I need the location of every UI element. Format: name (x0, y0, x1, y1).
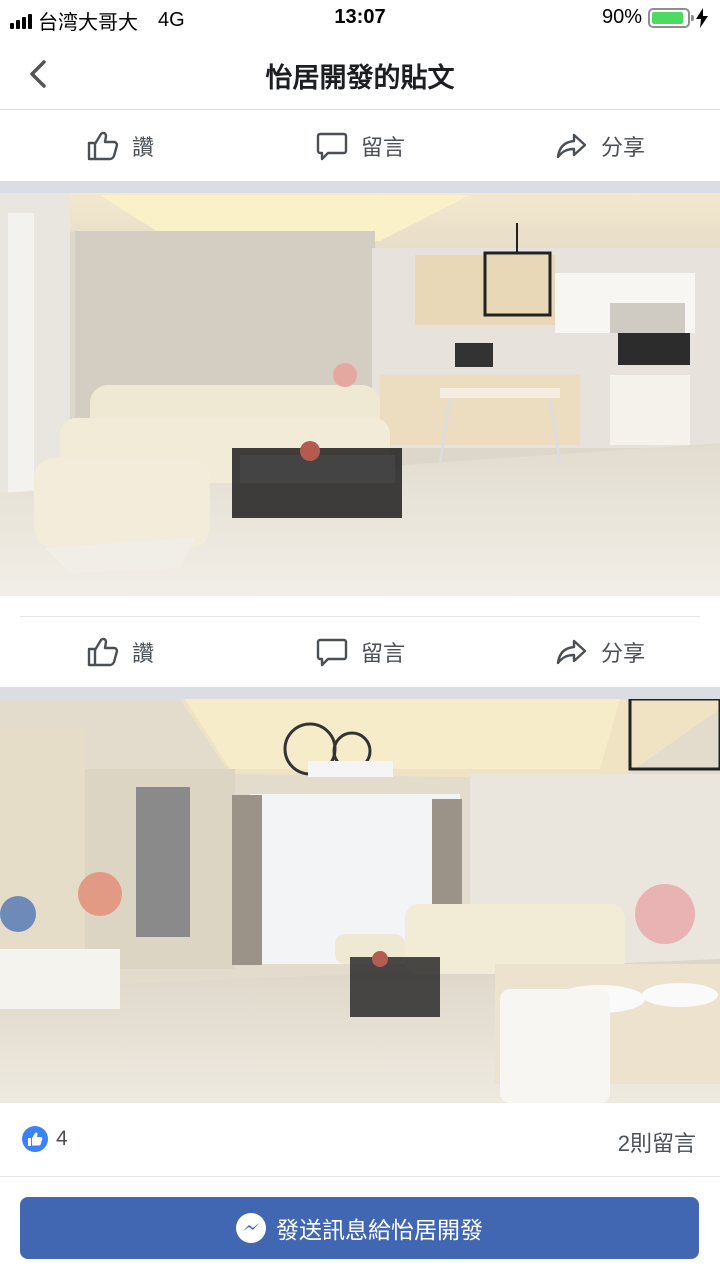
divider (0, 1176, 720, 1177)
send-message-label: 發送訊息給怡居開發 (276, 1217, 483, 1243)
share-label: 分享 (600, 641, 645, 666)
like-label: 讚 (131, 641, 154, 666)
comment-button[interactable]: 留言 (240, 617, 480, 687)
window-room-image (0, 699, 720, 1103)
page-title: 怡居開發的貼文 (265, 63, 455, 93)
thumbs-up-icon (87, 637, 119, 667)
share-button[interactable]: 分享 (480, 111, 720, 181)
share-icon (556, 133, 587, 159)
comment-icon (316, 132, 348, 161)
share-button[interactable]: 分享 (480, 617, 720, 687)
share-label: 分享 (600, 135, 645, 160)
post-photo-living-room[interactable] (0, 193, 720, 596)
comment-button[interactable]: 留言 (240, 111, 480, 181)
send-message-button[interactable]: 發送訊息給怡居開發 (20, 1197, 699, 1259)
section-separator (0, 181, 720, 193)
reactions-row: 4 2則留言 (0, 1104, 720, 1174)
comment-icon (316, 638, 348, 667)
comment-label: 留言 (360, 135, 405, 160)
like-count[interactable]: 4 (56, 1127, 68, 1151)
section-separator (0, 687, 720, 699)
like-button[interactable]: 讚 (0, 617, 240, 687)
charging-icon (696, 7, 708, 28)
nav-bar: 怡居開發的貼文 (0, 38, 720, 110)
battery-level (652, 11, 683, 24)
status-bar: 台湾大哥大 4G 13:07 90% (0, 0, 720, 38)
thumbs-up-icon (28, 1132, 43, 1146)
battery-percent: 90% (601, 6, 642, 28)
post-actions-1: 讚 留言 分享 (0, 111, 720, 181)
battery-icon (648, 7, 694, 28)
post-actions-2: 讚 留言 分享 (0, 617, 720, 687)
thumbs-up-icon (87, 131, 119, 161)
like-button[interactable]: 讚 (0, 111, 240, 181)
living-room-image (0, 193, 720, 596)
share-icon (556, 639, 587, 665)
like-reaction-icon (22, 1126, 48, 1152)
post-photo-window-room[interactable] (0, 699, 720, 1103)
battery-info: 90% (602, 6, 708, 29)
messenger-icon (236, 1213, 266, 1243)
like-label: 讚 (131, 135, 154, 160)
comment-count[interactable]: 2則留言 (618, 1126, 696, 1158)
comment-label: 留言 (360, 641, 405, 666)
